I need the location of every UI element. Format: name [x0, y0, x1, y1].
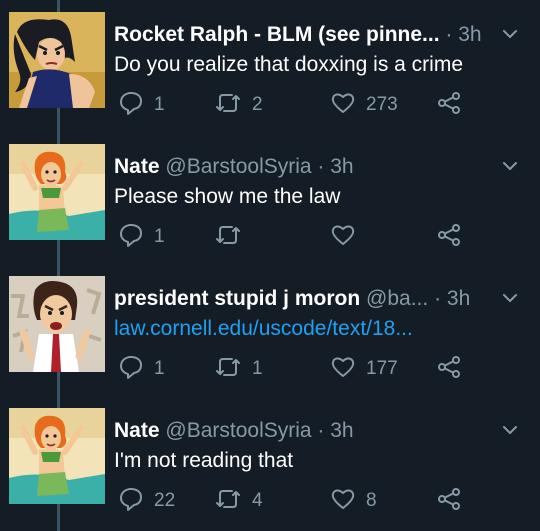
reply-icon [118, 90, 144, 121]
like-count: 177 [366, 358, 398, 379]
tweet[interactable]: Rocket Ralph - BLM (see pinne... · 3h Do… [0, 0, 540, 132]
tweet-header: Nate @BarstoolSyria · 3h [114, 152, 494, 182]
retweet-icon [214, 354, 242, 385]
reply-button[interactable]: 1 [118, 354, 165, 384]
retweet-icon [214, 486, 242, 517]
retweet-icon [214, 222, 242, 253]
tweet[interactable]: Nate @BarstoolSyria · 3h I'm not reading… [0, 396, 540, 528]
retweet-count: 1 [252, 358, 263, 379]
tweet-header: Rocket Ralph - BLM (see pinne... · 3h [114, 20, 494, 50]
like-button[interactable] [330, 222, 366, 252]
action-bar: 1 [114, 222, 534, 252]
reply-button[interactable]: 1 [118, 222, 165, 252]
timestamp[interactable]: · 3h [317, 419, 353, 442]
action-bar: 1 2 273 [114, 90, 534, 120]
like-button[interactable]: 273 [330, 90, 398, 120]
reply-count: 1 [154, 226, 165, 247]
like-icon [330, 486, 356, 517]
display-name[interactable]: Nate [114, 419, 160, 442]
reply-icon [118, 222, 144, 253]
caret-down-icon[interactable] [500, 24, 520, 44]
like-icon [330, 90, 356, 121]
timestamp[interactable]: · 3h [317, 155, 353, 178]
timestamp[interactable]: · 3h [445, 23, 481, 46]
tweet-text: Please show me the law [114, 185, 341, 208]
retweet-icon [214, 90, 242, 121]
share-button[interactable] [436, 90, 462, 120]
avatar[interactable] [9, 12, 105, 108]
retweet-count: 4 [252, 490, 263, 511]
like-button[interactable]: 8 [330, 486, 377, 516]
tweet-link[interactable]: law.cornell.edu/uscode/text/18... [114, 315, 514, 343]
share-button[interactable] [436, 222, 462, 252]
like-icon [330, 354, 356, 385]
tweet-header: president stupid j moron @ba... · 3h [114, 284, 494, 314]
like-count: 273 [366, 94, 398, 115]
retweet-button[interactable]: 4 [214, 486, 263, 516]
caret-down-icon[interactable] [500, 288, 520, 308]
reply-count: 1 [154, 358, 165, 379]
share-button[interactable] [436, 486, 462, 516]
handle[interactable]: @ba... [366, 287, 428, 310]
action-bar: 22 4 8 [114, 486, 534, 516]
display-name[interactable]: Nate [114, 155, 160, 178]
avatar[interactable] [9, 276, 105, 372]
avatar[interactable] [9, 144, 105, 240]
reply-count: 1 [154, 94, 165, 115]
retweet-button[interactable]: 2 [214, 90, 263, 120]
share-icon [436, 222, 462, 253]
tweet[interactable]: president stupid j moron @ba... · 3h law… [0, 264, 540, 396]
reply-button[interactable]: 22 [118, 486, 175, 516]
tweet-text: Do you realize that doxxing is a crime [114, 53, 463, 76]
share-button[interactable] [436, 354, 462, 384]
tweet[interactable]: Nate @BarstoolSyria · 3h Please show me … [0, 132, 540, 264]
action-bar: 1 1 177 [114, 354, 534, 384]
retweet-button[interactable] [214, 222, 252, 252]
reply-icon [118, 354, 144, 385]
reply-count: 22 [154, 490, 176, 511]
like-icon [330, 222, 356, 253]
handle[interactable]: @BarstoolSyria [165, 419, 311, 442]
caret-down-icon[interactable] [500, 156, 520, 176]
tweet-header: Nate @BarstoolSyria · 3h [114, 416, 494, 446]
timestamp[interactable]: · 3h [434, 287, 470, 310]
display-name[interactable]: Rocket Ralph - BLM (see pinne... [114, 23, 440, 46]
retweet-button[interactable]: 1 [214, 354, 263, 384]
tweet-text: I'm not reading that [114, 449, 294, 472]
like-count: 8 [366, 490, 377, 511]
caret-down-icon[interactable] [500, 420, 520, 440]
reply-icon [118, 486, 144, 517]
display-name[interactable]: president stupid j moron [114, 287, 360, 310]
share-icon [436, 486, 462, 517]
share-icon [436, 354, 462, 385]
avatar[interactable] [9, 408, 105, 504]
retweet-count: 2 [252, 94, 263, 115]
handle[interactable]: @BarstoolSyria [165, 155, 311, 178]
share-icon [436, 90, 462, 121]
like-button[interactable]: 177 [330, 354, 398, 384]
reply-button[interactable]: 1 [118, 90, 165, 120]
